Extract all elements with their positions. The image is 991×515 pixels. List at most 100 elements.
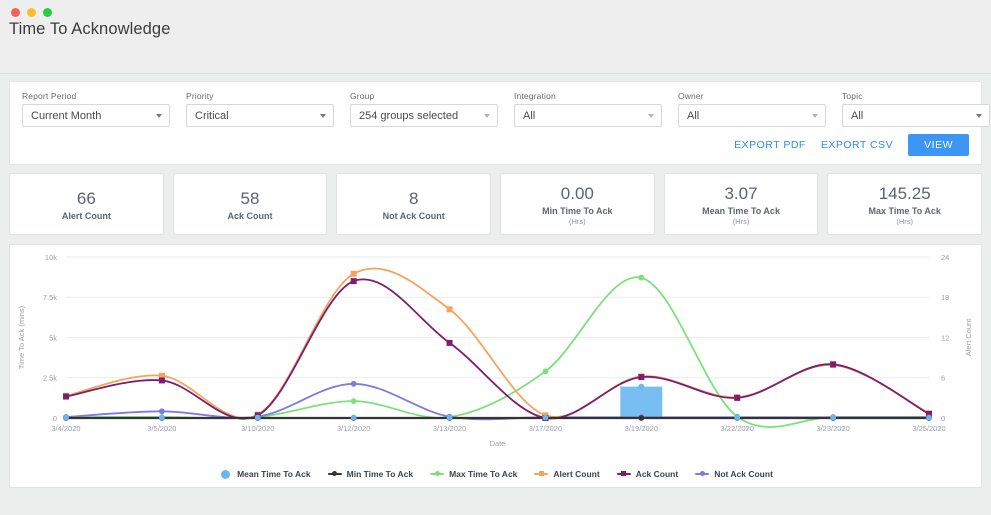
time-to-ack-chart[interactable]: 0 2.5k 5k 7.5k 10k 0 6 12 18 24 3/4/2020 3/5/2020 3/… [10, 245, 981, 487]
view-button[interactable]: VIEW [908, 134, 969, 156]
y2-axis-tick: 6 [941, 374, 945, 383]
export-csv-button[interactable]: EXPORT CSV [821, 139, 893, 151]
filter-group: Group 254 groups selected [350, 91, 514, 127]
kpi-label: Mean Time To Ack [702, 206, 780, 217]
legend-item[interactable]: Mean Time To Ack [218, 469, 311, 479]
chart-bar[interactable] [620, 386, 663, 418]
export-pdf-button[interactable]: EXPORT PDF [734, 139, 806, 151]
legend-swatch-icon [695, 469, 710, 479]
legend-label: Not Ack Count [714, 469, 773, 479]
legend-item[interactable]: Alert Count [534, 469, 600, 479]
series-markers[interactable] [63, 278, 932, 421]
y-axis-tick: 7.5k [43, 293, 57, 302]
data-point[interactable] [734, 414, 741, 421]
series-line[interactable] [65, 278, 930, 420]
legend-item[interactable]: Min Time To Ack [327, 469, 413, 479]
x-axis-tick: 3/22/2020 [721, 424, 754, 433]
filter-topic: Topic All [842, 91, 991, 127]
legend-label: Max Time To Ack [449, 469, 518, 479]
data-point[interactable] [350, 270, 357, 277]
kpi-label: Min Time To Ack [542, 206, 613, 217]
data-point[interactable] [542, 414, 549, 421]
series-markers[interactable] [63, 383, 932, 421]
legend-item[interactable]: Not Ack Count [695, 469, 773, 479]
x-axis-tick: 3/4/2020 [51, 424, 80, 433]
chart-svg[interactable]: 0 2.5k 5k 7.5k 10k 0 6 12 18 24 3/4/2020 3/5/2020 3/… [10, 245, 981, 450]
data-point[interactable] [638, 383, 645, 390]
kpi-label: Ack Count [227, 211, 273, 222]
data-point[interactable] [158, 408, 165, 415]
report-period-select[interactable]: Current Month [22, 104, 170, 127]
y2-axis-tick: 0 [941, 414, 945, 423]
data-point[interactable] [638, 274, 645, 281]
kpi-value: 8 [408, 188, 419, 208]
y-axis-tick: 0 [53, 414, 57, 423]
data-point[interactable] [542, 368, 549, 375]
series-bars[interactable] [620, 386, 663, 418]
kpi-unit: (Hrs) [732, 217, 750, 227]
x-axis-tick: 3/13/2020 [433, 424, 466, 433]
legend-swatch-icon [327, 469, 342, 479]
x-axis-tick: 3/12/2020 [337, 424, 370, 433]
data-point[interactable] [734, 394, 741, 401]
kpi-label: Max Time To Ack [868, 206, 941, 217]
legend-item[interactable]: Max Time To Ack [430, 469, 517, 479]
kpi-unit: (Hrs) [569, 217, 586, 227]
data-point[interactable] [254, 414, 261, 421]
kpi-label: Alert Count [61, 211, 111, 222]
kpi-alert-count: 66 Alert Count [9, 173, 164, 235]
y2-axis-title: Alert Count [964, 318, 973, 356]
line-path[interactable] [65, 276, 930, 428]
data-point[interactable] [63, 414, 69, 421]
data-point[interactable] [830, 361, 837, 368]
data-point[interactable] [350, 278, 357, 285]
owner-select[interactable]: All [678, 104, 826, 127]
legend-label: Mean Time To Ack [237, 469, 311, 479]
data-point[interactable] [926, 414, 932, 421]
group-value: 254 groups selected [359, 109, 459, 122]
data-point[interactable] [638, 415, 645, 421]
x-axis-tick: 3/5/2020 [147, 424, 176, 433]
y2-axis-tick: 18 [941, 293, 949, 302]
filter-panel: Report Period Current Month Priority Cri… [9, 81, 990, 165]
chart-card: 0 2.5k 5k 7.5k 10k 0 6 12 18 24 3/4/2020 3/5/2020 3/… [9, 244, 982, 488]
data-point[interactable] [350, 380, 357, 387]
data-point[interactable] [158, 377, 165, 384]
series-line[interactable] [65, 276, 930, 428]
y2-axis-tick: 24 [941, 253, 949, 262]
priority-select[interactable]: Critical [186, 104, 334, 127]
legend-swatch-icon [218, 469, 232, 479]
kpi-min-time-to-ack: 0.00 Min Time To Ack (Hrs) [500, 173, 655, 235]
data-point[interactable] [350, 398, 357, 404]
y-axis-tick: 10k [45, 253, 57, 262]
maximize-button[interactable] [43, 8, 52, 17]
filter-report-period: Report Period Current Month [22, 91, 186, 127]
group-select[interactable]: 254 groups selected [350, 104, 498, 127]
chart-legend: Mean Time To Ack Min Time To Ack Max Time … [10, 469, 981, 479]
data-point[interactable] [446, 306, 453, 313]
data-point[interactable] [63, 393, 69, 400]
kpi-label: Not Ack Count [382, 211, 445, 222]
app-window: Time To Acknowledge Report Period Curren… [0, 0, 991, 515]
page-body: Report Period Current Month Priority Cri… [0, 74, 991, 515]
legend-swatch-icon [430, 469, 445, 479]
integration-value: All [523, 109, 536, 122]
priority-value: Critical [195, 109, 229, 122]
kpi-mean-time-to-ack: 3.07 Mean Time To Ack (Hrs) [663, 173, 819, 235]
data-point[interactable] [446, 339, 453, 346]
data-point[interactable] [446, 414, 453, 421]
close-button[interactable] [11, 8, 20, 17]
line-path[interactable] [65, 278, 930, 420]
filter-actions: EXPORT PDF EXPORT CSV VIEW [734, 134, 969, 156]
data-point[interactable] [350, 414, 357, 421]
minimize-button[interactable] [27, 8, 36, 17]
topic-select[interactable]: All [842, 104, 990, 127]
data-point[interactable] [830, 414, 837, 421]
series-markers[interactable] [63, 274, 932, 420]
data-point[interactable] [638, 374, 645, 381]
filter-label-owner: Owner [678, 91, 704, 101]
series-markers[interactable] [63, 270, 932, 419]
legend-item[interactable]: Ack Count [616, 469, 678, 479]
data-point[interactable] [158, 414, 165, 421]
integration-select[interactable]: All [514, 104, 662, 127]
